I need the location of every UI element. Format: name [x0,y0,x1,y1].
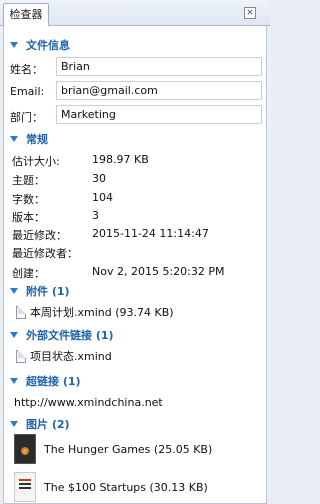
modified-value: 2015-11-24 11:14:47 [92,227,209,240]
section-title: 图片 (2) [26,418,70,431]
image-label: The $100 Startups (30.13 KB) [44,480,208,494]
name-label: 姓名： [10,63,43,76]
version-value: 3 [92,209,99,222]
document-icon [16,305,26,319]
section-title: 超链接 (1) [26,375,81,388]
email-label: Email: [10,85,45,98]
collapse-triangle-icon[interactable] [8,329,20,341]
version-label: 版本： [12,211,45,224]
external-link-item[interactable]: 项目状态.xmind [16,348,112,364]
attachment-label: 本周计划.xmind (93.74 KB) [30,306,174,319]
words-label: 字数： [12,193,45,206]
collapse-triangle-icon[interactable] [8,285,20,297]
image-item[interactable]: The Hunger Games (25.05 KB) [14,434,212,464]
department-field[interactable]: Marketing [56,105,262,124]
created-label: 创建： [12,267,45,280]
modifier-label: 最近修改者： [12,247,78,260]
section-hyperlinks[interactable]: 超链接 (1) [8,372,81,390]
book-thumbnail-icon [14,434,36,464]
section-title: 常规 [26,133,48,146]
created-value: Nov 2, 2015 5:20:32 PM [92,265,225,278]
collapse-triangle-icon[interactable] [8,133,20,145]
section-title: 文件信息 [26,39,70,52]
section-title: 外部文件链接 (1) [26,329,114,342]
external-link-label: 项目状态.xmind [30,350,112,363]
tab-bar: 检查器 × [0,0,270,27]
collapse-triangle-icon[interactable] [8,375,20,387]
collapse-triangle-icon[interactable] [8,39,20,51]
topics-value: 30 [92,172,106,185]
section-file-info[interactable]: 文件信息 [8,36,70,54]
hyperlink-item[interactable]: http://www.xmindchina.net [14,396,163,409]
collapse-triangle-icon[interactable] [8,418,20,430]
inspector-panel: 文件信息 姓名： Brian Email: brian@gmail.com 部门… [3,26,267,504]
document-icon [16,349,26,363]
section-external-links[interactable]: 外部文件链接 (1) [8,326,114,344]
image-item[interactable]: The $100 Startups (30.13 KB) [14,472,208,502]
name-field[interactable]: Brian [56,57,262,76]
image-label: The Hunger Games (25.05 KB) [44,442,213,456]
section-general[interactable]: 常规 [8,130,48,148]
tab-inspector[interactable]: 检查器 [3,3,49,27]
modified-label: 最近修改： [12,229,67,242]
section-attachments[interactable]: 附件 (1) [8,282,70,300]
section-images[interactable]: 图片 (2) [8,415,70,433]
book-thumbnail-icon [14,472,36,502]
size-label: 估计大小: [12,155,60,168]
topics-label: 主题： [12,174,45,187]
size-value: 198.97 KB [92,153,149,166]
close-icon[interactable]: × [244,7,256,19]
department-label: 部门： [10,111,43,124]
email-field[interactable]: brian@gmail.com [56,81,262,100]
attachment-item[interactable]: 本周计划.xmind (93.74 KB) [16,304,174,320]
section-title: 附件 (1) [26,285,70,298]
words-value: 104 [92,191,113,204]
